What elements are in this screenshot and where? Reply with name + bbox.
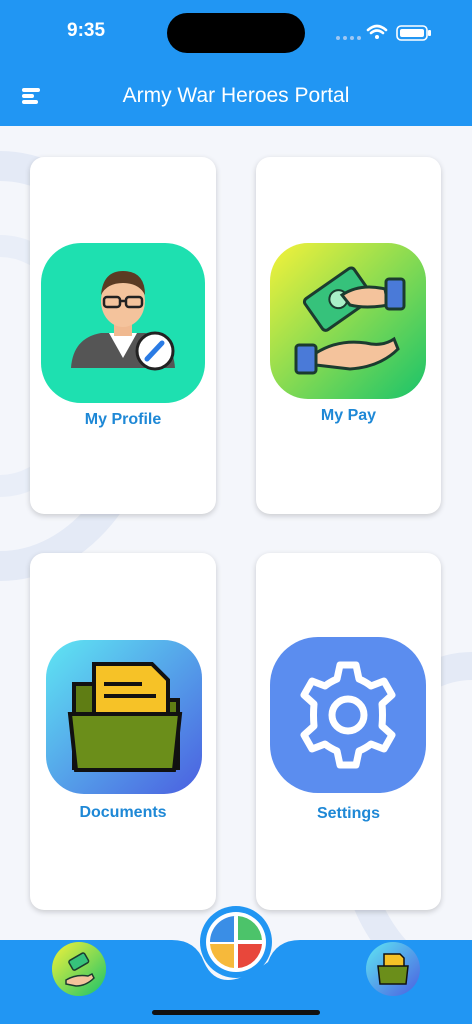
my-profile-card[interactable]: My Profile [30,157,216,514]
documents-icon [366,942,420,996]
settings-card[interactable]: Settings [256,553,441,910]
home-button[interactable] [200,906,272,978]
settings-label: Settings [316,805,381,822]
my-profile-label: My Profile [84,411,162,428]
signal-icon [336,36,361,40]
documents-card[interactable]: Documents [30,553,216,910]
page-title: Army War Heroes Portal [122,84,350,107]
status-icons [334,22,434,47]
profile-icon [41,243,205,403]
bottom-nav-pay-button[interactable] [52,942,106,996]
settings-icon [270,637,426,793]
status-time: 9:35 [67,20,106,41]
my-pay-card[interactable]: My Pay [256,157,441,514]
pay-icon [270,243,426,399]
documents-label: Documents [79,804,167,821]
wifi-icon [366,24,388,35]
pay-icon [52,942,106,996]
home-grid-icon [206,912,266,972]
documents-icon [46,640,202,794]
dynamic-island [167,13,305,53]
battery-icon [396,25,431,41]
home-indicator [152,1010,320,1015]
app-header: 9:35 Army War Heroes Portal [0,0,472,126]
my-pay-label: My Pay [320,407,377,424]
bottom-nav-documents-button[interactable] [366,942,420,996]
